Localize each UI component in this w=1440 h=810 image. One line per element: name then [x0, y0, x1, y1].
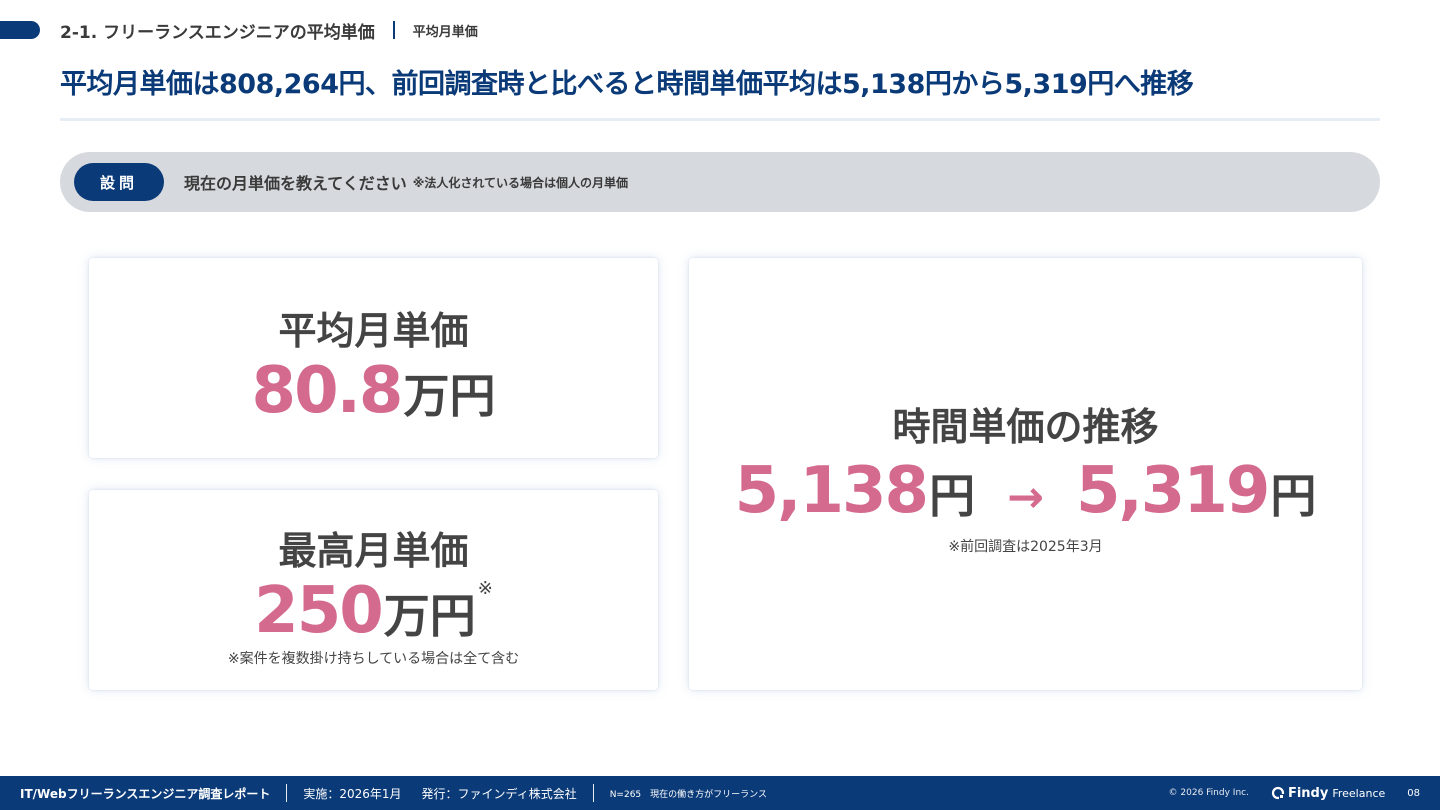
question-text-wrap: 現在の月単価を教えてください ※法人化されている場合は個人の月単価 [184, 152, 628, 212]
avg-monthly-label: 平均月単価 [278, 309, 469, 353]
footer-brand-sub: Freelance [1332, 786, 1386, 800]
footer-publisher: 発行：ファインディ株式会社 [421, 786, 577, 801]
max-monthly-unit: 万円 [383, 589, 476, 643]
findy-logo: Findy Freelance [1271, 786, 1385, 801]
footer-bar: IT/Webフリーランスエンジニア調査レポート 実施：2026年1月 発行：ファ… [0, 776, 1440, 810]
max-monthly-value-line: 250 万円 ※ [89, 574, 658, 648]
footer-date: 実施：2026年1月 [303, 786, 402, 801]
footer-copyright: © 2026 Findy Inc. [1168, 788, 1249, 798]
max-monthly-footnote-mark: ※ [477, 578, 493, 599]
max-monthly-card: 最高月単価 250 万円 ※ ※案件を複数掛け持ちしている場合は全て含む [89, 490, 658, 690]
footer-separator [286, 784, 288, 802]
hourly-card: 時間単価の推移 5,138 円 → 5,319 円 ※前回調査は2025年3月 [689, 258, 1362, 690]
section-separator [392, 21, 395, 39]
avg-monthly-value-line: 80.8 万円 [89, 354, 658, 428]
footer-sample: N=265 現在の働き方がフリーランス [609, 789, 767, 800]
avg-monthly-value: 80.8 [251, 354, 404, 428]
question-note: ※法人化されている場合は個人の月単価 [412, 175, 629, 190]
headline-divider [60, 118, 1380, 121]
page-headline: 平均月単価は808,264円、前回調査時と比べると時間単価平均は5,138円から… [60, 69, 1194, 100]
question-badge: 設問 [74, 163, 164, 201]
footer-separator [592, 784, 594, 802]
hourly-to-value: 5,319 [1075, 454, 1270, 528]
hourly-note: ※前回調査は2025年3月 [948, 539, 1103, 555]
footer-brand: Findy [1287, 785, 1329, 801]
header-accent-tab [0, 21, 40, 39]
avg-monthly-card: 平均月単価 80.8 万円 [89, 258, 658, 458]
question-bar: 設問 現在の月単価を教えてください ※法人化されている場合は個人の月単価 [60, 152, 1380, 212]
question-text: 現在の月単価を教えてください [184, 174, 407, 193]
max-monthly-value: 250 [254, 574, 384, 648]
footer-right: © 2026 Findy Inc. Findy Freelance 08 [1169, 776, 1420, 810]
section-title: 2-1. フリーランスエンジニアの平均単価 [60, 22, 375, 43]
hourly-label: 時間単価の推移 [892, 405, 1159, 449]
hourly-from-unit: 円 [929, 469, 976, 523]
max-monthly-note: ※案件を複数掛け持ちしている場合は全て含む [227, 651, 520, 667]
slide: 2-1. フリーランスエンジニアの平均単価 平均月単価 平均月単価は808,26… [0, 0, 1440, 810]
hourly-from-value: 5,138 [734, 454, 929, 528]
max-monthly-label: 最高月単価 [278, 529, 469, 573]
page-number: 08 [1407, 787, 1420, 799]
right-arrow-icon: → [1007, 472, 1044, 523]
footer-left: IT/Webフリーランスエンジニア調査レポート 実施：2026年1月 発行：ファ… [20, 776, 767, 810]
footer-report-title: IT/Webフリーランスエンジニア調査レポート [20, 786, 271, 801]
hourly-to-unit: 円 [1270, 469, 1317, 523]
hourly-value-line: 5,138 円 → 5,319 円 [689, 454, 1362, 528]
section-heading: 2-1. フリーランスエンジニアの平均単価 平均月単価 [60, 18, 478, 43]
avg-monthly-unit: 万円 [403, 369, 496, 423]
findy-logo-icon [1271, 786, 1285, 800]
section-subtitle: 平均月単価 [412, 24, 478, 40]
